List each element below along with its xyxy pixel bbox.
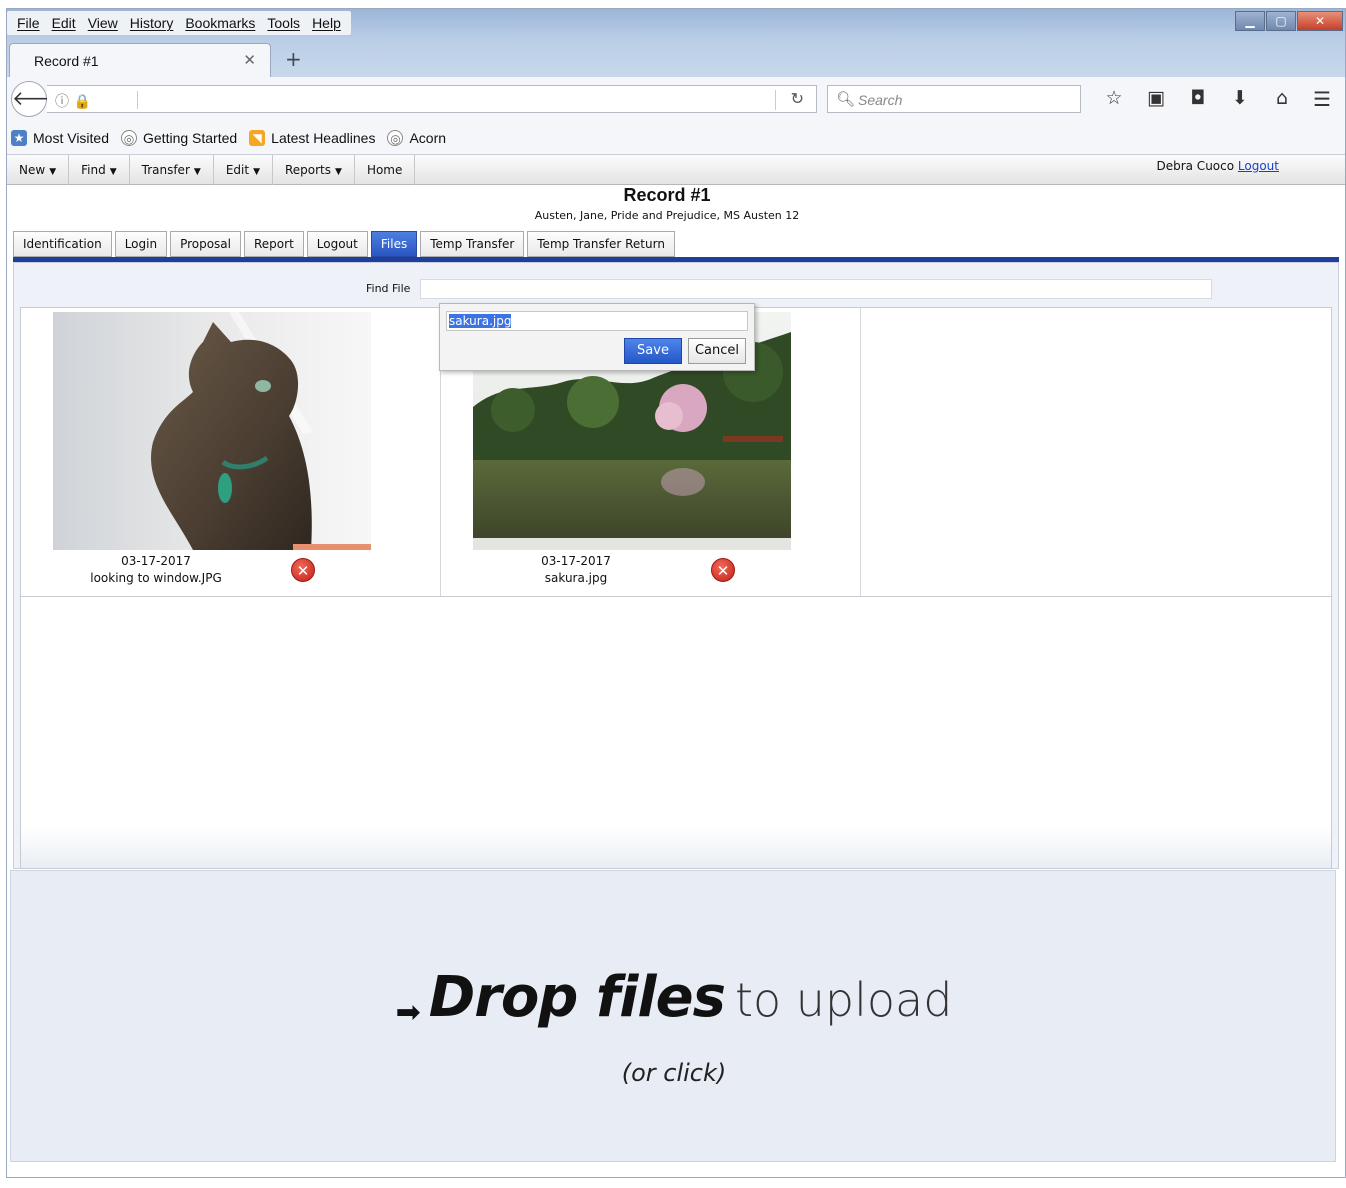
- menu-view[interactable]: View: [88, 15, 118, 31]
- drop-headline: ➡ Drop files to upload: [11, 965, 1337, 1030]
- site-info-icon[interactable]: ⓘ 🔒: [55, 91, 91, 111]
- app-menu-home[interactable]: Home: [355, 155, 416, 185]
- file-date: 03-17-2017: [541, 554, 611, 568]
- warning-lock-icon: 🔒: [73, 94, 91, 110]
- page-subtitle: Austen, Jane, Pride and Prejudice, MS Au…: [534, 209, 800, 222]
- chevron-down-icon: ▼: [193, 167, 201, 177]
- file-date: 03-17-2017: [121, 554, 191, 568]
- tab-temp-transfer-return[interactable]: Temp Transfer Return: [527, 231, 675, 257]
- app-menu-edit[interactable]: Edit ▼: [214, 155, 273, 185]
- page-title: Record #1: [623, 185, 711, 205]
- file-card: 03-17-2017 looking to window.JPG ✕: [21, 308, 441, 596]
- drop-subtext: (or click): [621, 1059, 727, 1087]
- cancel-button[interactable]: Cancel: [688, 338, 746, 364]
- url-bar[interactable]: ⓘ 🔒 ↻: [47, 85, 817, 113]
- tab-strip: Record #1 ✕ +: [7, 39, 1345, 77]
- menu-help[interactable]: Help: [312, 15, 341, 31]
- chevron-down-icon: ▼: [49, 167, 57, 177]
- menu-file[interactable]: File: [17, 15, 40, 31]
- record-tabs: Identification Login Proposal Report Log…: [13, 231, 678, 257]
- app-menu-bar: New ▼ Find ▼ Transfer ▼ Edit ▼ Reports ▼ Home…: [7, 155, 1345, 185]
- pocket-icon[interactable]: ◘: [1177, 87, 1219, 109]
- user-name: Debra Cuoco: [1156, 159, 1235, 173]
- file-name: sakura.jpg: [544, 571, 608, 585]
- file-grid-empty-area: [20, 597, 1332, 869]
- file-thumbnail-cat[interactable]: [53, 312, 371, 550]
- save-button[interactable]: Save: [624, 338, 682, 364]
- maximize-button[interactable]: ▢: [1266, 11, 1296, 31]
- back-arrow-icon[interactable]: 🡐: [11, 81, 66, 117]
- menu-edit[interactable]: Edit: [52, 15, 76, 31]
- chevron-down-icon: ▼: [253, 167, 260, 177]
- search-placeholder: Search: [858, 92, 903, 108]
- arrow-right-icon: ➡: [395, 995, 421, 1030]
- reload-icon[interactable]: ↻: [791, 89, 804, 108]
- home-icon[interactable]: ⌂: [1261, 87, 1303, 109]
- find-file-label: Find File: [366, 282, 411, 295]
- delete-icon[interactable]: ✕: [291, 558, 315, 582]
- tab-logout[interactable]: Logout: [306, 231, 368, 257]
- globe-icon: ◎: [387, 129, 404, 146]
- navigation-bar: 🡐 ⓘ 🔒 ↻ 🔍︎ Search ☆ ▣ ◘ ⬇ ⌂ ☰: [7, 77, 1345, 121]
- globe-icon: ◎: [121, 129, 137, 146]
- bookmark-getting-started[interactable]: ◎ Getting Started: [121, 129, 237, 146]
- browser-menu-bar: File Edit View History Bookmarks Tools H…: [7, 11, 351, 35]
- search-icon: 🔍︎: [836, 90, 856, 108]
- bookmark-most-visited[interactable]: ★ Most Visited: [11, 129, 109, 146]
- title-bar: File Edit View History Bookmarks Tools H…: [7, 9, 1345, 39]
- chevron-down-icon: ▼: [109, 167, 117, 177]
- rename-input[interactable]: sakura.jpg: [446, 311, 748, 331]
- clipboard-icon[interactable]: ▣: [1135, 87, 1177, 109]
- menu-history[interactable]: History: [130, 15, 174, 31]
- minimize-button[interactable]: ▁: [1235, 11, 1265, 31]
- close-window-button[interactable]: ✕: [1297, 11, 1343, 31]
- close-icon[interactable]: ✕: [243, 51, 256, 69]
- app-menu-transfer[interactable]: Transfer ▼: [130, 155, 214, 185]
- tab-proposal[interactable]: Proposal: [170, 231, 241, 257]
- new-tab-icon[interactable]: +: [285, 47, 302, 71]
- tab-identification[interactable]: Identification: [13, 231, 112, 257]
- hamburger-menu-icon[interactable]: ☰: [1313, 87, 1331, 111]
- rss-icon: ◥: [249, 129, 266, 146]
- cat-image: [53, 312, 371, 550]
- window-controls: ▁ ▢ ✕: [1234, 11, 1343, 31]
- file-name: looking to window.JPG: [90, 571, 222, 585]
- bookmark-star-icon[interactable]: ☆: [1093, 87, 1135, 109]
- download-icon[interactable]: ⬇: [1219, 87, 1261, 109]
- find-file-input[interactable]: [420, 279, 1212, 299]
- menu-tools[interactable]: Tools: [267, 15, 300, 31]
- bookmark-latest-headlines[interactable]: ◥ Latest Headlines: [249, 129, 375, 146]
- empty-file-cell: [861, 308, 1331, 596]
- most-visited-icon: ★: [11, 129, 27, 146]
- toolbar-icons: ☆ ▣ ◘ ⬇ ⌂: [1093, 87, 1303, 109]
- search-input[interactable]: 🔍︎ Search: [827, 85, 1081, 113]
- browser-tab[interactable]: Record #1 ✕: [9, 43, 271, 77]
- menu-bookmarks[interactable]: Bookmarks: [185, 15, 255, 31]
- drop-headline-light: to upload: [734, 973, 953, 1027]
- logout-link[interactable]: Logout: [1238, 159, 1279, 173]
- selected-filename: sakura.jpg: [449, 314, 512, 328]
- user-info: Debra Cuoco Logout: [1156, 159, 1279, 173]
- chevron-down-icon: ▼: [335, 167, 342, 177]
- rename-popup: sakura.jpg Save Cancel: [439, 303, 755, 371]
- tab-files[interactable]: Files: [370, 231, 418, 257]
- delete-icon[interactable]: ✕: [711, 558, 735, 582]
- tab-report[interactable]: Report: [244, 231, 304, 257]
- tab-temp-transfer[interactable]: Temp Transfer: [420, 231, 525, 257]
- bookmarks-bar: ★ Most Visited ◎ Getting Started ◥ Lates…: [7, 121, 1345, 155]
- drop-headline-bold: Drop files: [428, 965, 726, 1030]
- file-drop-zone[interactable]: ➡ Drop files to upload (or click): [10, 870, 1336, 1162]
- app-menu-find[interactable]: Find ▼: [69, 155, 130, 185]
- browser-tab-title: Record #1: [34, 53, 99, 69]
- app-menu-reports[interactable]: Reports ▼: [273, 155, 355, 185]
- bookmark-acorn[interactable]: ◎ Acorn: [387, 129, 446, 146]
- app-menu-new[interactable]: New ▼: [7, 155, 70, 185]
- tab-login[interactable]: Login: [114, 231, 168, 257]
